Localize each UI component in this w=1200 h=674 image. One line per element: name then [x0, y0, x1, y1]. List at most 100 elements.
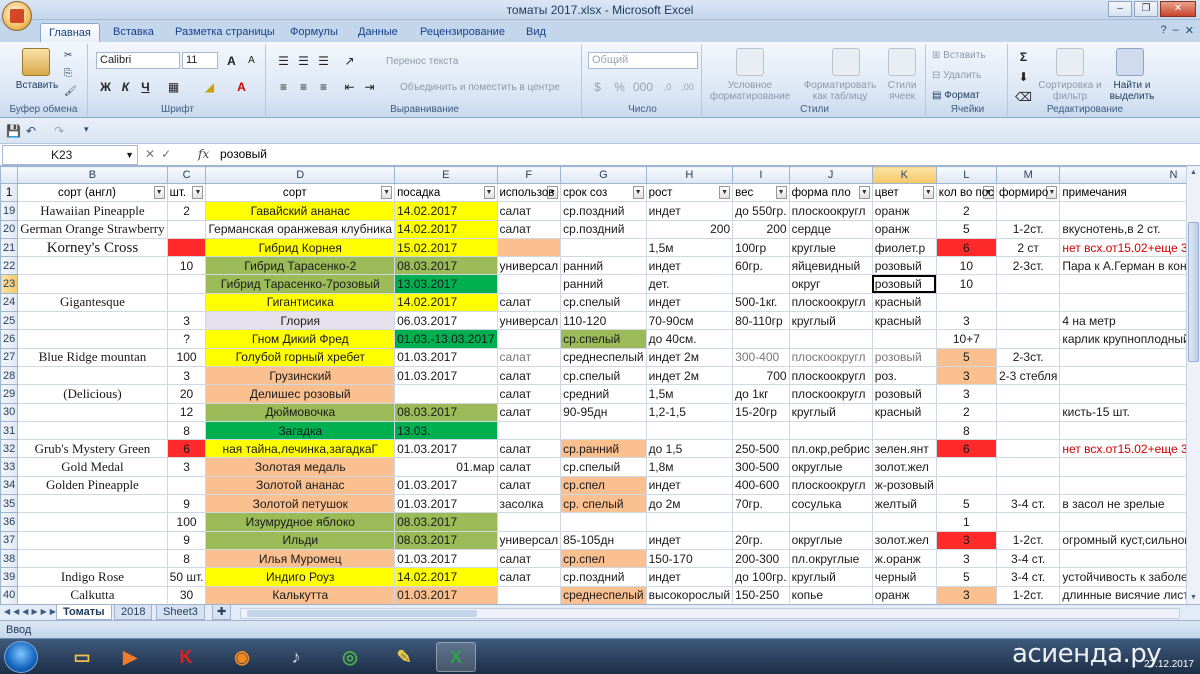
cell[interactable]: роз.: [871, 365, 937, 386]
row-number[interactable]: 38: [0, 548, 19, 569]
cell[interactable]: [995, 292, 1061, 313]
font-size-combo[interactable]: 11: [182, 52, 218, 69]
cell[interactable]: плоскоокругл: [788, 201, 873, 221]
cell[interactable]: 12: [166, 402, 207, 422]
redo-icon[interactable]: ↷: [54, 124, 64, 138]
cell[interactable]: салат: [496, 292, 562, 313]
header-cell[interactable]: ▼ рост: [645, 182, 734, 203]
filter-dropdown-icon[interactable]: ▼: [381, 185, 393, 199]
cell[interactable]: 14.02.2017: [394, 567, 498, 587]
cell[interactable]: Гавайский ананас: [205, 201, 396, 221]
confirm-entry-icon[interactable]: ✓: [161, 147, 171, 161]
tab-home[interactable]: Главная: [40, 23, 100, 42]
cell[interactable]: Индиго Роуз: [205, 567, 396, 587]
cell[interactable]: [995, 475, 1061, 496]
align-left-icon[interactable]: ≡: [274, 78, 293, 95]
cell[interactable]: [995, 457, 1061, 477]
cell[interactable]: плоскоокругл: [788, 384, 873, 404]
cell[interactable]: 4 на метр: [1059, 311, 1186, 331]
horizontal-scrollbar[interactable]: [240, 608, 1180, 619]
cell[interactable]: [1059, 292, 1186, 313]
cell[interactable]: [788, 329, 873, 349]
cell[interactable]: 80-110гр: [732, 311, 790, 331]
row-number[interactable]: 35: [0, 494, 19, 514]
header-cell[interactable]: ▼ кол во пос: [935, 182, 997, 203]
cell[interactable]: 08.03.2017: [394, 256, 498, 276]
cell[interactable]: 01.03.2017: [394, 548, 498, 569]
cell[interactable]: [496, 512, 562, 532]
row-number[interactable]: 36: [0, 512, 19, 532]
cell[interactable]: [17, 420, 168, 441]
cell[interactable]: вкуснотень,в 2 ст.: [1059, 219, 1186, 239]
borders-icon[interactable]: ▦: [164, 78, 183, 95]
cell[interactable]: Гном Дикий Фред: [205, 329, 396, 349]
row-number[interactable]: 40: [0, 585, 19, 604]
cell[interactable]: [496, 420, 562, 441]
cell[interactable]: фиолет.р: [871, 237, 937, 258]
cell[interactable]: 9: [166, 494, 207, 514]
vertical-scrollbar[interactable]: ▲ ▼: [1186, 166, 1200, 604]
minimize-button[interactable]: –: [1108, 1, 1132, 17]
tab-review[interactable]: Рецензирование: [412, 23, 513, 42]
cell[interactable]: огромный куст,сильноветвистый!: [1059, 530, 1186, 550]
cell[interactable]: [496, 585, 562, 604]
cell[interactable]: 06.03.2017: [394, 311, 498, 331]
cell[interactable]: круглый: [788, 311, 873, 331]
cell[interactable]: 1-2ст.: [995, 219, 1061, 239]
header-cell[interactable]: ▼примечания: [1059, 182, 1186, 203]
customize-qat-icon[interactable]: ▾: [84, 124, 89, 135]
cell[interactable]: яйцевидный: [788, 256, 873, 276]
cell[interactable]: 1,8м: [645, 457, 734, 477]
cell[interactable]: сосулька: [788, 494, 873, 514]
insert-function-button[interactable]: fx: [198, 147, 209, 161]
column-header[interactable]: B: [17, 166, 168, 184]
cell[interactable]: ср.ранний: [560, 439, 647, 459]
sheet-tab-tomatoes[interactable]: Томаты: [56, 605, 112, 620]
cell[interactable]: черный: [871, 567, 937, 587]
cell[interactable]: 2-3 стебля: [995, 365, 1061, 386]
cell[interactable]: 15-20гр: [732, 402, 790, 422]
cell[interactable]: [1059, 274, 1186, 294]
cell[interactable]: салат: [496, 365, 562, 386]
tab-data[interactable]: Данные: [350, 23, 406, 42]
cell[interactable]: 1,2-1,5: [645, 402, 734, 422]
cell[interactable]: Пара к А.Герман в консервации: [1059, 256, 1186, 276]
cell[interactable]: [17, 365, 168, 386]
cell[interactable]: золот.жел: [871, 457, 937, 477]
cell[interactable]: индет 2м: [645, 347, 734, 367]
cell[interactable]: 1: [935, 512, 997, 532]
cell[interactable]: [166, 475, 207, 496]
restore-button[interactable]: ❐: [1134, 1, 1158, 17]
help-icon[interactable]: ?: [1161, 24, 1167, 37]
cell[interactable]: до 1кг: [732, 384, 790, 404]
row-number[interactable]: 27: [0, 347, 19, 367]
cell[interactable]: 70-90см: [645, 311, 734, 331]
cell[interactable]: копье: [788, 585, 873, 604]
increase-decimal-icon[interactable]: ,0: [658, 78, 677, 95]
start-button-icon[interactable]: [4, 641, 38, 673]
cell[interactable]: [995, 402, 1061, 422]
column-header[interactable]: H: [645, 166, 734, 184]
select-all-corner[interactable]: [0, 166, 19, 184]
cell[interactable]: 10+7: [935, 329, 997, 349]
cell[interactable]: [1059, 475, 1186, 496]
cell[interactable]: ранний: [560, 274, 647, 294]
cell[interactable]: 3-4 ст.: [995, 548, 1061, 569]
row-number[interactable]: 20: [0, 219, 19, 239]
cell[interactable]: [995, 274, 1061, 294]
header-cell[interactable]: ▼ сорт: [205, 182, 396, 203]
cell[interactable]: [732, 420, 790, 441]
header-cell[interactable]: ▼ вес: [732, 182, 790, 203]
cell[interactable]: высокорослый: [645, 585, 734, 604]
cell[interactable]: [732, 329, 790, 349]
cell[interactable]: [17, 512, 168, 532]
cell[interactable]: Gold Medal: [17, 457, 168, 477]
cell[interactable]: 3-4 ст.: [995, 494, 1061, 514]
cell[interactable]: 3: [166, 311, 207, 331]
cell[interactable]: среднеспелый: [560, 347, 647, 367]
column-header[interactable]: K: [871, 166, 937, 184]
cell[interactable]: индет 2м: [645, 365, 734, 386]
header-cell[interactable]: ▼ форма пло: [788, 182, 873, 203]
cell[interactable]: [166, 219, 207, 239]
row-number[interactable]: 37: [0, 530, 19, 550]
